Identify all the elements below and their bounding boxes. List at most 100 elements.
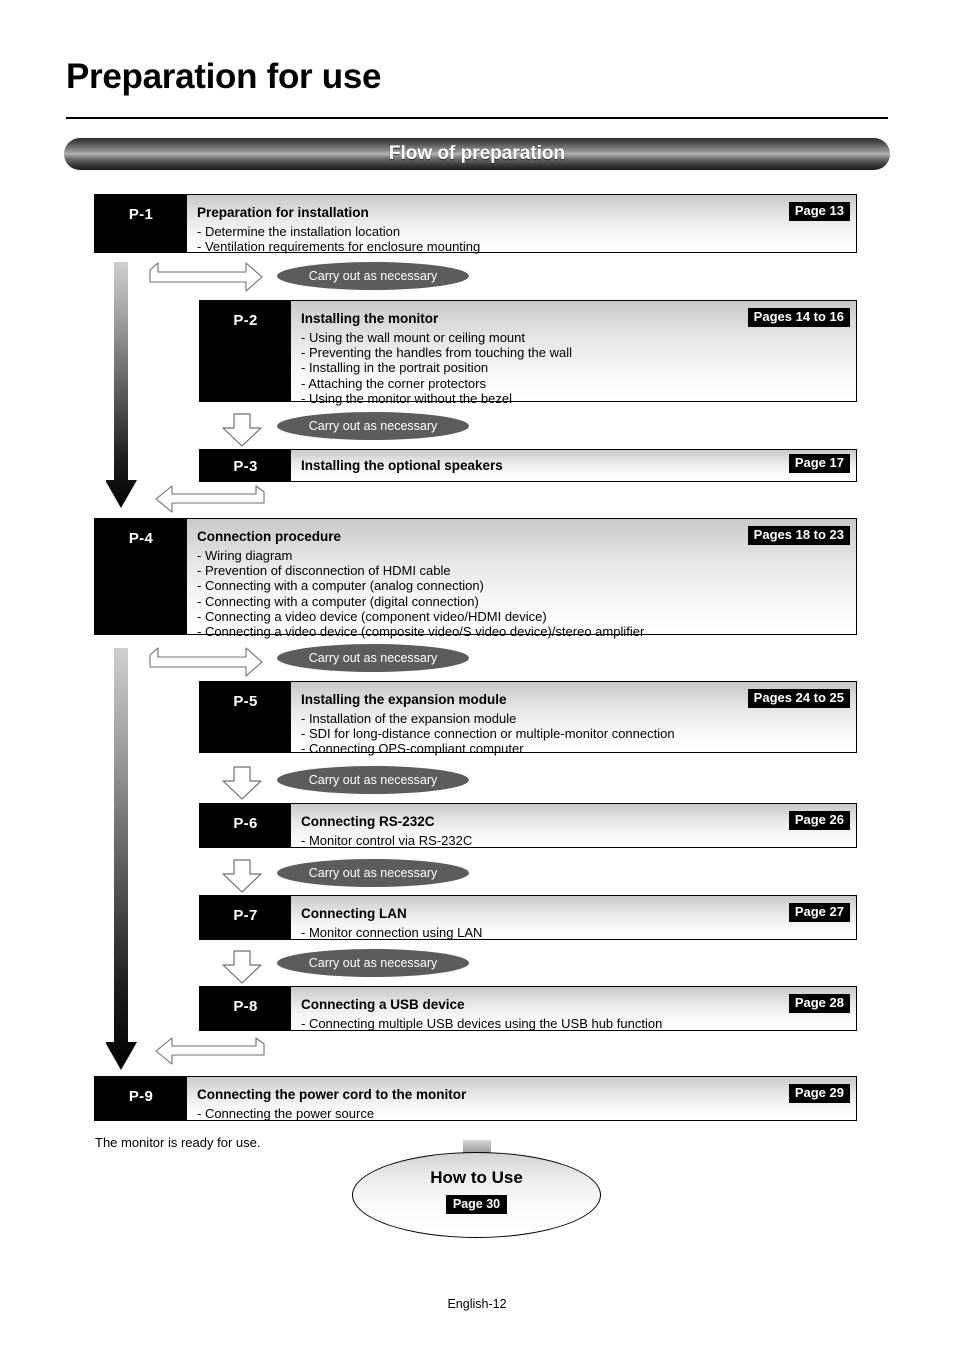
step-item: - Determine the installation location — [197, 223, 401, 239]
page-badge[interactable]: Pages 24 to 25 — [747, 689, 850, 709]
step-block-p5[interactable]: P-5 Installing the expansion module - In… — [199, 681, 857, 756]
step-heading: Preparation for installation — [197, 205, 369, 220]
step-body-p7: Connecting LAN - Monitor connection usin… — [291, 896, 856, 940]
step-item: - Connecting multiple USB devices using … — [301, 1015, 663, 1031]
section-banner-label: Flow of preparation — [388, 143, 566, 164]
destination-page-badge-wrap: Page 30 — [352, 1195, 601, 1214]
step-item-list: - Installation of the expansion module -… — [301, 711, 856, 757]
main-flow-arrow-upper — [106, 262, 137, 508]
step-heading: Connecting the power cord to the monitor — [197, 1087, 467, 1102]
step-tag-p4: P-4 — [95, 519, 187, 634]
step-tag-p1: P-1 — [95, 195, 187, 252]
carry-out-pill-label: Carry out as necessary — [308, 651, 438, 665]
step-item: - SDI for long-distance connection or mu… — [301, 725, 675, 741]
step-body-p8: Connecting a USB device - Connecting mul… — [291, 987, 856, 1031]
carry-out-pill-label: Carry out as necessary — [308, 773, 438, 787]
step-item: - Connecting a video device (composite v… — [197, 624, 645, 640]
step-body-p9: Connecting the power cord to the monitor… — [187, 1077, 856, 1121]
step-tag-p8: P-8 — [200, 987, 291, 1030]
carry-out-pill-p5: Carry out as necessary — [277, 644, 469, 672]
step-block-p2[interactable]: P-2 Installing the monitor - Using the w… — [199, 300, 857, 406]
step-body-p2: Installing the monitor - Using the wall … — [291, 301, 856, 406]
step-down-arrow-p7 — [222, 859, 262, 893]
carry-out-pill-label: Carry out as necessary — [308, 269, 438, 283]
step-item-list: - Monitor control via RS-232C — [301, 833, 856, 848]
step-tag-p5: P-5 — [200, 682, 291, 752]
step-item: - Installation of the expansion module — [301, 710, 517, 726]
title-divider — [66, 117, 888, 119]
step-block-p9[interactable]: P-9 Connecting the power cord to the mon… — [94, 1076, 857, 1121]
branch-hook-arrow-p4 — [155, 485, 265, 513]
step-heading: Connecting RS-232C — [301, 814, 435, 829]
step-item-list: - Using the wall mount or ceiling mount … — [301, 330, 856, 407]
destination-label: How to Use — [430, 1168, 523, 1187]
step-heading: Installing the optional speakers — [301, 458, 503, 473]
step-item: - Wiring diagram — [197, 547, 293, 563]
page-title: Preparation for use — [66, 57, 382, 96]
step-item-list: - Wiring diagram - Prevention of disconn… — [197, 548, 856, 640]
carry-out-pill-p2: Carry out as necessary — [277, 262, 469, 290]
page-badge[interactable]: Page 17 — [788, 454, 850, 474]
step-heading: Connecting a USB device — [301, 997, 465, 1012]
step-item: - Connecting a video device (component v… — [197, 608, 547, 624]
step-item-list: - Connecting the power source — [197, 1106, 856, 1121]
step-down-arrow-p6 — [222, 766, 262, 800]
carry-out-pill-label: Carry out as necessary — [308, 419, 438, 433]
carry-out-pill-label: Carry out as necessary — [308, 956, 438, 970]
step-down-arrow-p8 — [222, 950, 262, 984]
carry-out-pill-p7: Carry out as necessary — [277, 859, 469, 887]
step-tag-p6: P-6 — [200, 804, 291, 847]
step-down-arrow-p3 — [222, 413, 262, 447]
step-item: - Monitor connection using LAN — [301, 924, 483, 940]
step-item: - Using the monitor without the bezel — [301, 390, 512, 406]
step-block-p4[interactable]: P-4 Connection procedure - Wiring diagra… — [94, 518, 857, 639]
step-body-p5: Installing the expansion module - Instal… — [291, 682, 856, 756]
step-tag-p9: P-9 — [95, 1077, 187, 1120]
carry-out-pill-p8: Carry out as necessary — [277, 949, 469, 977]
page-badge[interactable]: Pages 14 to 16 — [747, 308, 850, 328]
main-flow-arrow-lower — [106, 648, 137, 1070]
page-badge[interactable]: Page 28 — [788, 994, 850, 1014]
step-item: - Preventing the handles from touching t… — [301, 344, 572, 360]
step-body-p4: Connection procedure - Wiring diagram - … — [187, 519, 856, 639]
page-badge[interactable]: Page 29 — [788, 1084, 850, 1104]
step-block-p7[interactable]: P-7 Connecting LAN - Monitor connection … — [199, 895, 857, 940]
step-item: - Attaching the corner protectors — [301, 375, 486, 391]
step-tag-p3: P-3 — [200, 450, 291, 481]
branch-hook-arrow-p9 — [155, 1037, 265, 1065]
section-banner: Flow of preparation — [64, 138, 890, 170]
page-badge[interactable]: Pages 18 to 23 — [747, 526, 850, 546]
ready-text: The monitor is ready for use. — [95, 1135, 261, 1150]
step-item: - Ventilation requirements for enclosure… — [197, 238, 481, 254]
step-block-p8[interactable]: P-8 Connecting a USB device - Connecting… — [199, 986, 857, 1031]
step-heading: Connecting LAN — [301, 906, 407, 921]
step-item: - Prevention of disconnection of HDMI ca… — [197, 562, 451, 578]
step-item-list: - Monitor connection using LAN — [301, 925, 856, 940]
step-block-p1[interactable]: P-1 Preparation for installation - Deter… — [94, 194, 857, 255]
page-footer: English-12 — [447, 1297, 507, 1311]
page-badge[interactable]: Page 26 — [788, 811, 850, 831]
step-item: - Monitor control via RS-232C — [301, 832, 473, 848]
carry-out-pill-p6: Carry out as necessary — [277, 766, 469, 794]
step-item: - Connecting OPS-compliant computer — [301, 741, 524, 757]
step-body-p3: Installing the optional speakers Page 17 — [291, 450, 856, 481]
destination-page-badge[interactable]: Page 30 — [445, 1195, 508, 1214]
step-body-p6: Connecting RS-232C - Monitor control via… — [291, 804, 856, 848]
page-badge[interactable]: Page 27 — [788, 903, 850, 923]
step-tag-p7: P-7 — [200, 896, 291, 939]
step-tag-p2: P-2 — [200, 301, 291, 401]
step-item-list: - Connecting multiple USB devices using … — [301, 1016, 856, 1031]
branch-hook-arrow-p2 — [149, 262, 263, 292]
page-badge[interactable]: Page 13 — [788, 202, 850, 222]
step-item: - Using the wall mount or ceiling mount — [301, 329, 525, 345]
step-item: - Connecting the power source — [197, 1105, 375, 1121]
carry-out-pill-label: Carry out as necessary — [308, 866, 438, 880]
step-item: - Connecting with a computer (digital co… — [197, 593, 479, 609]
step-body-p1: Preparation for installation - Determine… — [187, 195, 856, 255]
carry-out-pill-p3: Carry out as necessary — [277, 412, 469, 440]
step-item: - Connecting with a computer (analog con… — [197, 578, 484, 594]
step-item-list: - Determine the installation location - … — [197, 224, 856, 255]
step-block-p6[interactable]: P-6 Connecting RS-232C - Monitor control… — [199, 803, 857, 848]
step-item: - Installing in the portrait position — [301, 360, 489, 376]
step-block-p3[interactable]: P-3 Installing the optional speakers Pag… — [199, 449, 857, 482]
